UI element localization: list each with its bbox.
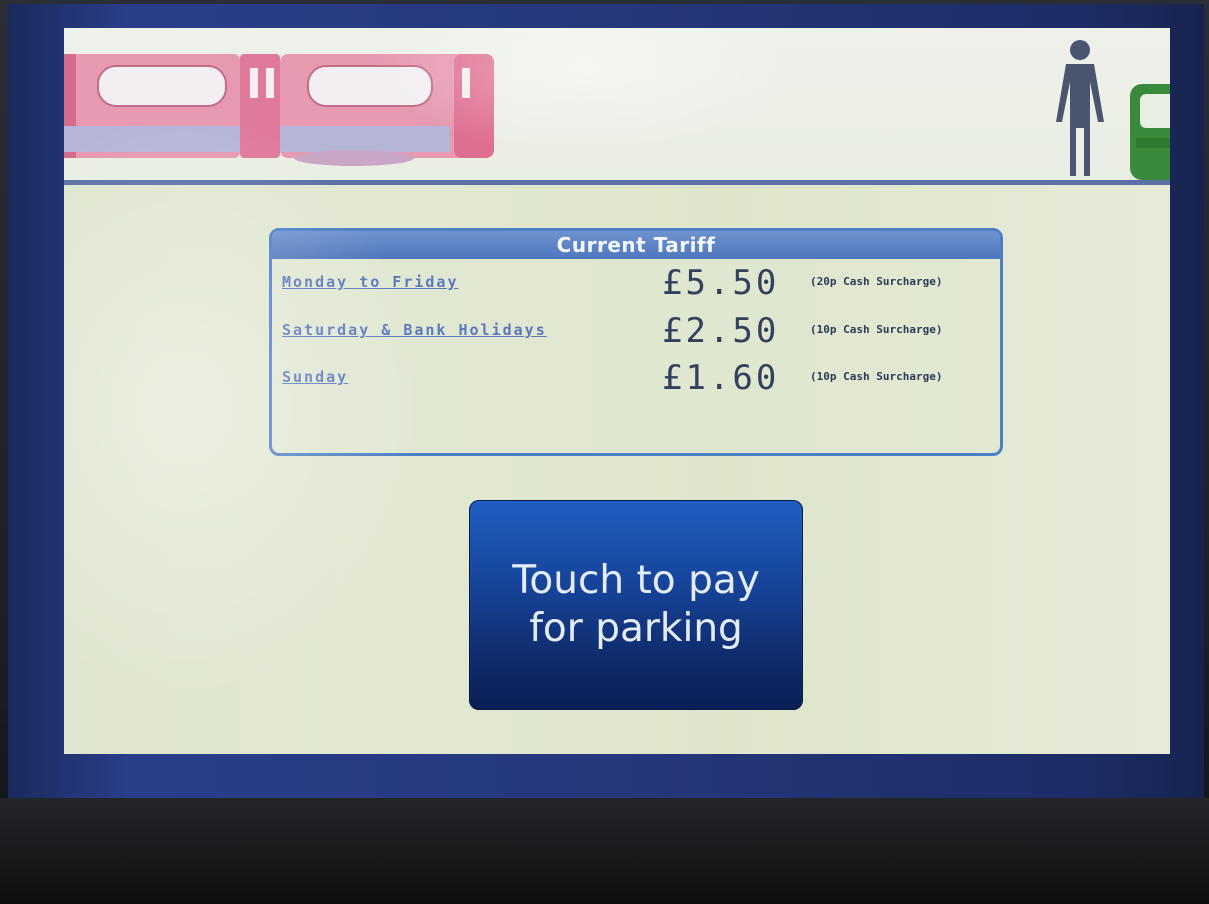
parking-kiosk: Current Tariff Monday to Friday £5.50 (2…	[0, 0, 1209, 904]
train-icon	[64, 54, 494, 166]
pay-button-label: Touch to pay for parking	[512, 558, 760, 651]
tariff-surcharge: (10p Cash Surcharge)	[810, 370, 943, 383]
tariff-day-label: Monday to Friday	[282, 273, 459, 291]
tariff-price: £1.60	[662, 358, 780, 398]
kiosk-base	[0, 798, 1209, 904]
tariff-day-label: Sunday	[282, 368, 349, 386]
tariff-price: £5.50	[662, 263, 780, 303]
tariff-title: Current Tariff	[272, 231, 1000, 259]
car-icon	[1130, 84, 1170, 180]
pay-for-parking-button[interactable]: Touch to pay for parking	[469, 500, 803, 710]
tariff-row: Saturday & Bank Holidays £2.50 (10p Cash…	[282, 311, 992, 361]
tariff-surcharge: (20p Cash Surcharge)	[810, 275, 943, 288]
tariff-day-label: Saturday & Bank Holidays	[282, 321, 547, 339]
tariff-row: Sunday £1.60 (10p Cash Surcharge)	[282, 358, 992, 408]
kiosk-screen: Current Tariff Monday to Friday £5.50 (2…	[64, 28, 1170, 754]
person-icon	[1056, 40, 1104, 176]
tariff-surcharge: (10p Cash Surcharge)	[810, 323, 943, 336]
tariff-panel: Current Tariff Monday to Friday £5.50 (2…	[269, 228, 1003, 456]
header-banner	[64, 28, 1170, 185]
tariff-price: £2.50	[662, 311, 780, 351]
tariff-row: Monday to Friday £5.50 (20p Cash Surchar…	[282, 263, 992, 313]
